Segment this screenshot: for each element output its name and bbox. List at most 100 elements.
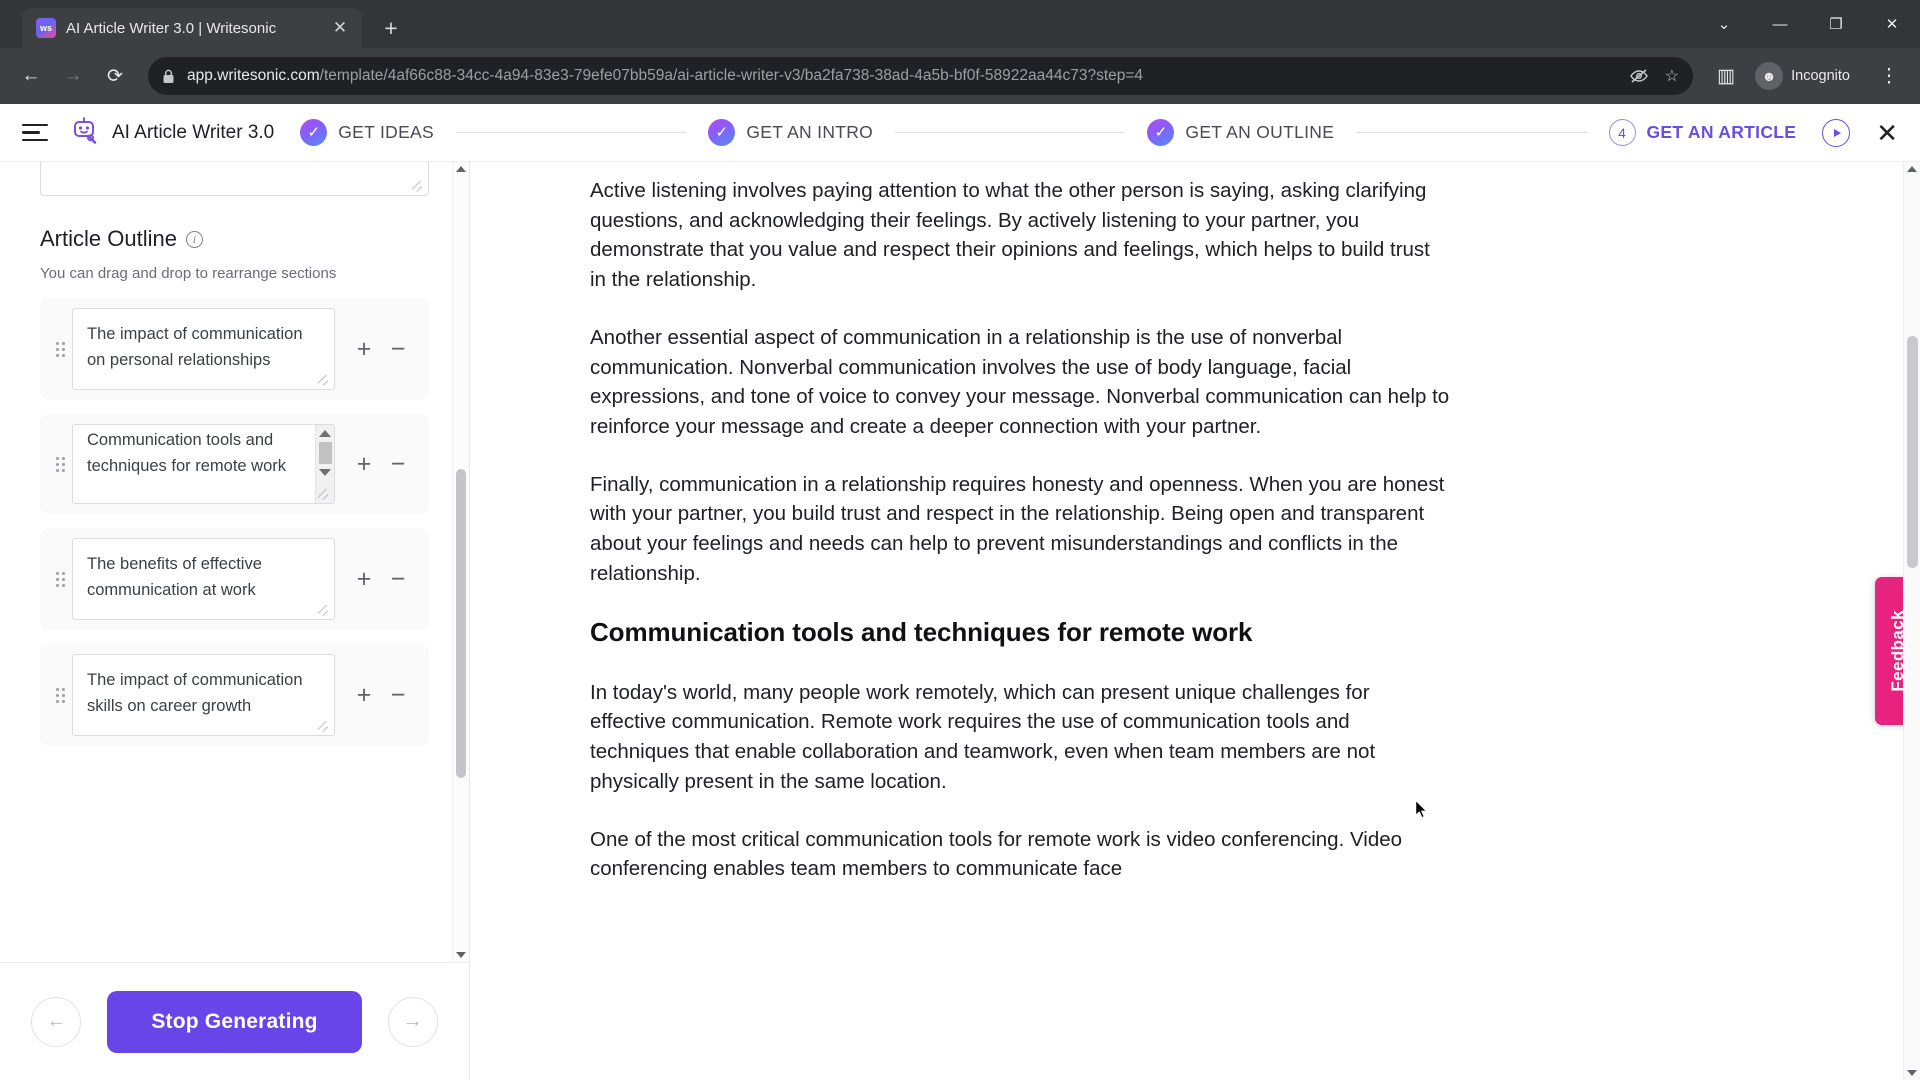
close-editor-icon[interactable]: ✕ [1876, 120, 1898, 146]
article-paragraph: One of the most critical communication t… [590, 827, 1403, 881]
section-textarea[interactable]: The impact of communication skills on ca… [72, 654, 335, 737]
outline-panel-scrollbar[interactable] [452, 162, 469, 962]
browser-window: ws AI Article Writer 3.0 | Writesonic ✕ … [0, 0, 1920, 1080]
add-section-button[interactable]: + [353, 682, 375, 708]
scrollbar-thumb[interactable] [1907, 336, 1918, 568]
app-header: AI Article Writer 3.0 ✓ GET IDEAS ✓ GET … [0, 104, 1920, 162]
topic-field-partial[interactable] [40, 162, 429, 196]
list-item[interactable]: The impact of communication skills on ca… [40, 644, 429, 747]
minimize-icon[interactable]: — [1752, 0, 1808, 48]
page-title: Article Outline i [40, 226, 429, 252]
scrollbar-track[interactable] [1904, 176, 1920, 1066]
toolbar-right: ▥ ☻ Incognito ⋮ [1707, 57, 1908, 95]
section-textarea[interactable]: Communication tools and techniques for r… [72, 424, 335, 505]
eye-off-icon[interactable] [1629, 68, 1649, 84]
robot-pen-icon [70, 115, 100, 150]
step-label: GET IDEAS [338, 122, 435, 142]
scroll-up-icon[interactable] [456, 166, 466, 172]
drag-handle-icon[interactable] [52, 571, 68, 587]
step-connector [456, 131, 687, 134]
article-body[interactable]: Active listening involves paying attenti… [470, 162, 1450, 884]
scroll-down-icon[interactable] [456, 952, 466, 958]
incognito-indicator[interactable]: ☻ Incognito [1751, 59, 1864, 93]
list-item[interactable]: The impact of communication on personal … [40, 298, 429, 401]
outline-title-text: Article Outline [40, 226, 177, 251]
step-indicator: ✓ GET IDEAS ✓ GET AN INTRO ✓ GET AN OUTL… [300, 119, 1796, 146]
article-paragraph: Another essential aspect of communicatio… [590, 325, 1450, 439]
outline-header: Article Outline i You can drag and drop … [0, 196, 469, 282]
scroll-up-icon[interactable] [319, 430, 331, 438]
scrollbar-thumb[interactable] [318, 442, 332, 465]
drag-handle-icon[interactable] [52, 341, 68, 357]
add-section-button[interactable]: + [353, 336, 375, 362]
outline-scroll-area: Article Outline i You can drag and drop … [0, 162, 469, 962]
step-get-an-outline[interactable]: ✓ GET AN OUTLINE [1147, 119, 1334, 146]
scrollbar-thumb[interactable] [456, 469, 466, 779]
incognito-label: Incognito [1791, 68, 1850, 84]
outline-panel: Article Outline i You can drag and drop … [0, 162, 470, 1080]
hamburger-icon[interactable] [22, 123, 56, 142]
play-circle-icon[interactable] [1822, 118, 1851, 147]
add-section-button[interactable]: + [353, 566, 375, 592]
section-text: The benefits of effective communication … [87, 555, 262, 599]
remove-section-button[interactable]: − [387, 451, 409, 477]
previous-step-button[interactable]: ← [31, 996, 82, 1047]
resize-handle-icon[interactable] [412, 180, 424, 192]
app-header-actions: ✕ [1822, 118, 1898, 147]
section-controls: + − [339, 336, 417, 362]
resize-handle-icon[interactable] [318, 604, 330, 616]
incognito-avatar-icon: ☻ [1755, 62, 1784, 90]
info-icon[interactable]: i [185, 230, 203, 248]
article-preview: Active listening involves paying attenti… [470, 162, 1920, 1080]
list-item[interactable]: The benefits of effective communication … [40, 528, 429, 631]
favicon-writesonic: ws [36, 18, 56, 38]
step-get-ideas[interactable]: ✓ GET IDEAS [300, 119, 434, 146]
remove-section-button[interactable]: − [387, 566, 409, 592]
add-section-button[interactable]: + [353, 451, 375, 477]
forward-icon[interactable]: → [54, 57, 92, 95]
remove-section-button[interactable]: − [387, 336, 409, 362]
scroll-up-icon[interactable] [1907, 166, 1917, 172]
side-panel-icon[interactable]: ▥ [1707, 57, 1745, 95]
tab-title: AI Article Writer 3.0 | Writesonic [66, 19, 277, 37]
stop-generating-button[interactable]: Stop Generating [107, 990, 362, 1053]
remove-section-button[interactable]: − [387, 682, 409, 708]
address-bar[interactable]: app.writesonic.com/template/4af66c88-34c… [148, 57, 1694, 95]
article-scrollbar[interactable] [1903, 162, 1920, 1080]
step-get-an-intro[interactable]: ✓ GET AN INTRO [708, 119, 873, 146]
window-chevron-icon[interactable]: ⌄ [1696, 0, 1752, 48]
close-tab-icon[interactable]: ✕ [328, 16, 352, 40]
outline-footer: ← Stop Generating → [0, 962, 469, 1080]
omnibox-icons: ☆ [1629, 66, 1679, 86]
section-controls: + − [339, 451, 417, 477]
maximize-icon[interactable]: ❐ [1808, 0, 1864, 48]
back-icon[interactable]: ← [12, 57, 50, 95]
reload-icon[interactable]: ⟳ [96, 57, 134, 95]
resize-handle-icon[interactable] [318, 374, 330, 386]
scroll-down-icon[interactable] [319, 469, 331, 477]
close-window-icon[interactable]: ✕ [1864, 0, 1920, 48]
step-check-icon: ✓ [300, 119, 328, 146]
scrollbar-track[interactable] [453, 176, 469, 948]
new-tab-icon[interactable]: + [374, 11, 408, 45]
step-get-an-article[interactable]: 4 GET AN ARTICLE [1608, 119, 1797, 146]
drag-handle-icon[interactable] [52, 687, 68, 703]
url-path: /template/4af66c88-34cc-4a94-83e3-79efe0… [319, 67, 1144, 84]
section-textarea[interactable]: The benefits of effective communication … [72, 538, 335, 621]
browser-tab[interactable]: ws AI Article Writer 3.0 | Writesonic ✕ [22, 8, 362, 48]
scroll-down-icon[interactable] [1907, 1070, 1917, 1076]
workspace: Article Outline i You can drag and drop … [0, 162, 1920, 1080]
section-textarea[interactable]: The impact of communication on personal … [72, 308, 335, 391]
app-title: AI Article Writer 3.0 [112, 121, 275, 143]
next-step-button[interactable]: → [387, 996, 438, 1047]
resize-handle-icon[interactable] [318, 720, 330, 732]
resize-handle-icon[interactable] [318, 488, 330, 500]
url-text: app.writesonic.com/template/4af66c88-34c… [187, 67, 1143, 85]
drag-handle-icon[interactable] [52, 456, 68, 472]
article-section-heading: Communication tools and techniques for r… [590, 616, 1253, 647]
article-paragraph: Finally, communication in a relationship… [590, 472, 1445, 585]
browser-menu-icon[interactable]: ⋮ [1870, 57, 1908, 95]
bookmark-star-icon[interactable]: ☆ [1665, 66, 1679, 86]
list-item[interactable]: Communication tools and techniques for r… [40, 414, 429, 515]
step-number-badge: 4 [1608, 119, 1636, 146]
